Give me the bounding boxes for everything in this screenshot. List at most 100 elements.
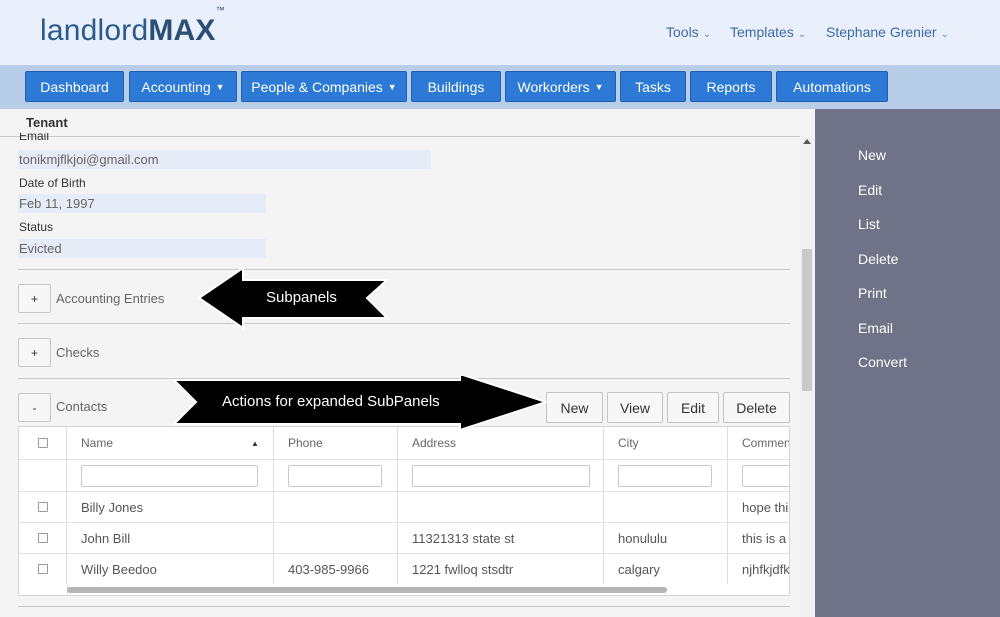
table-cell-address[interactable]: 11321313 state st — [398, 523, 604, 553]
nav-reports[interactable]: Reports — [690, 71, 772, 102]
top-menu-label: Tools — [666, 24, 699, 40]
table-cell-phone[interactable]: 403-985-9966 — [274, 554, 398, 584]
table-cell-comment[interactable]: this is a — [728, 523, 789, 553]
expand-checks-button[interactable]: + — [18, 338, 51, 367]
sidebar-item-list[interactable]: List — [858, 216, 880, 232]
row-select-cell — [19, 523, 67, 553]
email-label-text: Email — [19, 133, 50, 143]
top-menu-templates[interactable]: Templates ⌄ — [730, 24, 806, 40]
sidebar-item-edit[interactable]: Edit — [858, 182, 882, 198]
table-cell-address[interactable] — [398, 492, 604, 522]
nav-label: Workorders — [517, 78, 590, 95]
row-select-cell — [19, 554, 67, 584]
subpanel-title-accounting-entries: Accounting Entries — [56, 291, 165, 306]
email-label: Email — [19, 133, 49, 143]
chevron-down-icon: ⌄ — [797, 29, 807, 40]
filter-cell-comment — [728, 460, 789, 491]
nav-people-companies[interactable]: People & Companies ▼ — [241, 71, 407, 102]
sidebar-item-email[interactable]: Email — [858, 320, 893, 336]
chevron-down-icon: ⌄ — [940, 29, 949, 40]
column-header-label: Phone — [288, 436, 323, 450]
table-cell-comment[interactable]: njhfkjdfk — [728, 554, 789, 584]
table-cell-phone[interactable] — [274, 523, 398, 553]
row-checkbox[interactable] — [37, 564, 48, 574]
collapse-contacts-button[interactable]: - — [18, 393, 51, 422]
nav-workorders[interactable]: Workorders ▼ — [505, 71, 616, 102]
table-cell-comment[interactable]: hope thi — [728, 492, 789, 522]
nav-label: Tasks — [635, 78, 671, 95]
table-cell-address[interactable]: 1221 fwlloq stsdtr — [398, 554, 604, 584]
contacts-edit-button[interactable]: Edit — [667, 392, 719, 423]
filter-input-comment[interactable] — [742, 465, 789, 487]
nav-accounting[interactable]: Accounting ▼ — [129, 71, 237, 102]
page-title: Tenant — [26, 115, 68, 130]
top-menu-tools[interactable]: Tools ⌄ — [666, 24, 711, 40]
table-cell-city[interactable]: calgary — [604, 554, 728, 584]
chevron-down-icon: ▼ — [215, 81, 225, 92]
actions-sidebar: New Edit List Delete Print Email Convert — [815, 109, 1000, 617]
chevron-down-icon: ▼ — [594, 81, 604, 92]
filter-input-name[interactable] — [81, 465, 258, 487]
top-menu-label: Stephane Grenier — [826, 24, 937, 40]
nav-label: Accounting — [141, 78, 211, 95]
section-divider — [18, 323, 790, 324]
nav-tasks[interactable]: Tasks — [620, 71, 686, 102]
expand-accounting-entries-button[interactable]: + — [18, 284, 51, 313]
chevron-down-icon: ▼ — [387, 81, 397, 92]
status-field[interactable]: Evicted — [18, 239, 266, 258]
filter-cell-city — [604, 460, 728, 491]
filter-cell-phone — [274, 460, 398, 491]
sidebar-item-convert[interactable]: Convert — [858, 354, 907, 370]
email-field[interactable]: tonikmjflkjoi@gmail.com — [18, 150, 431, 169]
table-cell-name[interactable]: Billy Jones — [67, 492, 274, 522]
table-cell-phone[interactable] — [274, 492, 398, 522]
contacts-delete-button[interactable]: Delete — [723, 392, 790, 423]
nav-label: Dashboard — [40, 78, 109, 95]
table-cell-name[interactable]: John Bill — [67, 523, 274, 553]
main-scrollbar-thumb[interactable] — [802, 249, 812, 391]
sidebar-item-new[interactable]: New — [858, 147, 886, 163]
top-menu-user[interactable]: Stephane Grenier ⌄ — [826, 24, 949, 40]
nav-automations[interactable]: Automations — [776, 71, 888, 102]
column-header-comment[interactable]: Commen — [728, 427, 790, 459]
select-all-checkbox[interactable] — [37, 438, 48, 448]
sidebar-item-print[interactable]: Print — [858, 285, 887, 301]
dob-label: Date of Birth — [19, 176, 86, 190]
filter-cell-name — [67, 460, 274, 491]
contacts-view-button[interactable]: View — [607, 392, 663, 423]
subpanel-title-contacts: Contacts — [56, 399, 108, 414]
filter-input-city[interactable] — [618, 465, 712, 487]
logo-text-light: landlord — [40, 14, 149, 47]
column-header-city[interactable]: City — [604, 427, 728, 459]
table-cell-name[interactable]: Willy Beedoo — [67, 554, 274, 584]
contacts-new-button[interactable]: New — [546, 392, 603, 423]
column-header-label: Commen — [742, 436, 790, 450]
row-checkbox[interactable] — [37, 502, 48, 512]
grid-horizontal-scrollbar[interactable] — [67, 587, 667, 593]
dob-field[interactable]: Feb 11, 1997 — [18, 194, 266, 213]
nav-label: Reports — [706, 78, 756, 95]
main-nav: Dashboard Accounting ▼ People & Companies… — [0, 65, 1000, 109]
nav-dashboard[interactable]: Dashboard — [25, 71, 124, 102]
actions-annotation-text: Actions for expanded SubPanels — [222, 393, 440, 410]
table-cell-city[interactable] — [604, 492, 728, 522]
filter-input-address[interactable] — [412, 465, 590, 487]
nav-label: Buildings — [427, 78, 485, 95]
logo-text-bold: MAX — [148, 14, 216, 47]
nav-buildings[interactable]: Buildings — [411, 71, 501, 102]
app-logo[interactable]: landlordMAX™ — [40, 5, 225, 48]
app-header: landlordMAX™ Tools ⌄ Templates ⌄ Stephane … — [0, 0, 1000, 65]
row-checkbox[interactable] — [37, 533, 48, 543]
scroll-up-icon[interactable] — [803, 139, 811, 144]
title-divider — [0, 136, 800, 137]
section-divider — [18, 269, 790, 270]
status-label: Status — [19, 220, 54, 234]
filter-cell-address — [398, 460, 604, 491]
sidebar-item-delete[interactable]: Delete — [858, 251, 898, 267]
table-cell-city[interactable]: honululu — [604, 523, 728, 553]
filter-input-phone[interactable] — [288, 465, 382, 487]
section-divider — [18, 606, 790, 607]
row-select-cell — [19, 492, 67, 522]
chevron-down-icon: ⌄ — [702, 29, 712, 40]
filter-spacer-cell — [19, 460, 67, 491]
